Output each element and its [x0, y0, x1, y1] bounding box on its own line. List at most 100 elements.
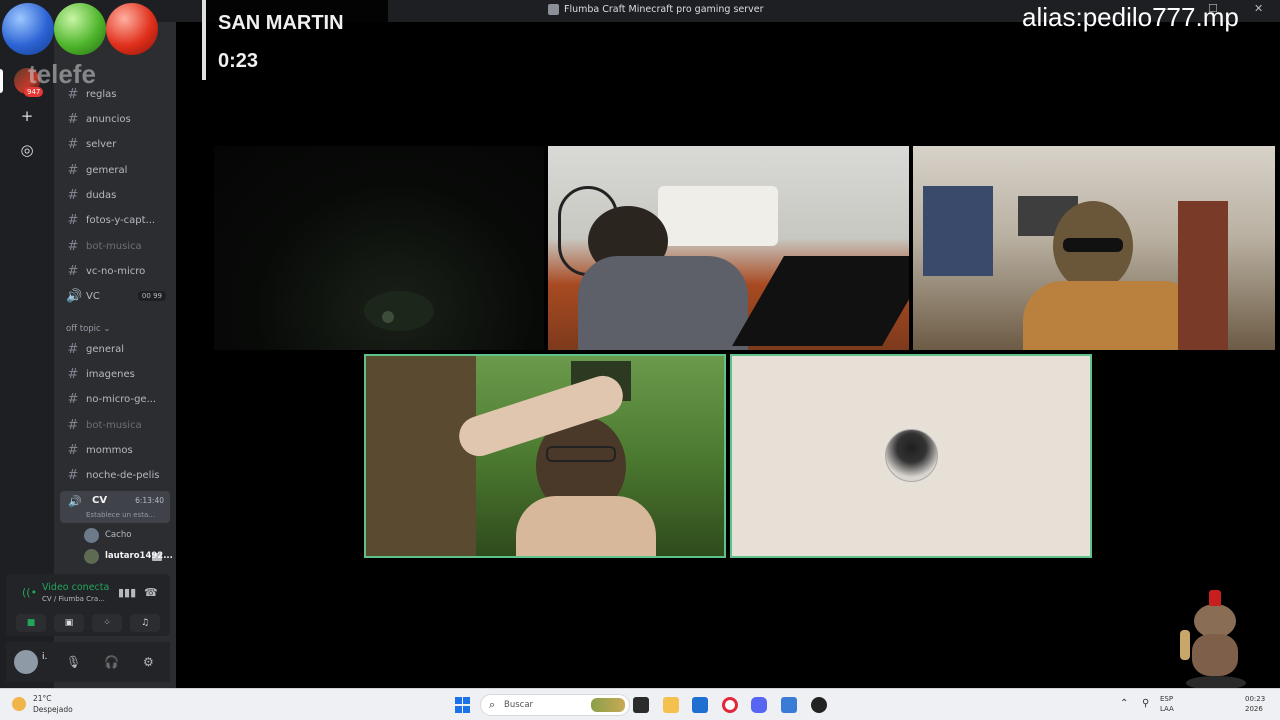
avatar — [84, 527, 99, 543]
channel-fotos[interactable]: # fotos-y-capt... — [60, 209, 172, 231]
soundboard-button[interactable]: ♫ — [130, 614, 160, 632]
channel-imagenes[interactable]: # imagenes — [60, 363, 172, 385]
channel-logo: telefe — [28, 59, 96, 89]
active-voice-channel[interactable]: 🔊 CV 6:13:40 Establece un esta... — [60, 491, 170, 523]
search-placeholder: Buscar — [504, 700, 534, 710]
app-icon[interactable] — [781, 697, 797, 713]
windows-start-icon[interactable] — [455, 697, 471, 713]
file-explorer-icon[interactable] — [663, 697, 679, 713]
overlay-time: 0:23 — [218, 50, 259, 72]
close-icon[interactable]: ✕ — [1254, 2, 1263, 15]
dim-light — [382, 311, 394, 323]
noise-suppression-icon[interactable]: ▮▮▮ — [118, 586, 136, 599]
hash-icon: # — [67, 341, 79, 357]
voice-member[interactable]: lautaro1492... — [84, 547, 173, 565]
search-highlight-image — [591, 698, 625, 712]
screen-share-button[interactable]: ▣ — [54, 614, 84, 632]
hash-icon: # — [67, 417, 79, 433]
clock-time[interactable]: 00:23 — [1245, 695, 1265, 704]
video-tile-dark[interactable] — [214, 146, 544, 350]
active-server-indicator — [0, 69, 3, 93]
hash-icon: # — [67, 263, 79, 279]
user-panel: i. 🎙 🎧 ⚙ — [6, 642, 170, 682]
activities-button[interactable]: ⁘ — [92, 614, 122, 632]
video-tile-green-speaking[interactable] — [364, 354, 726, 558]
desk-shape — [732, 256, 909, 346]
sofa-shape — [658, 186, 778, 246]
channel-general[interactable]: # general — [60, 338, 172, 360]
screen: Flumba Craft Minecraft pro gaming server… — [0, 0, 1280, 720]
weather-icon[interactable] — [12, 697, 26, 711]
user-limit-badge: 00 99 — [137, 291, 166, 301]
mascot-hat — [1209, 590, 1221, 606]
overlay-title: SAN MARTIN — [218, 12, 344, 34]
microphone-icon[interactable]: 🎙 — [66, 655, 81, 669]
clock-date[interactable]: 2026 — [1245, 705, 1263, 714]
search-icon: ⌕ — [489, 698, 496, 711]
logo-balls — [2, 3, 162, 57]
user-avatar[interactable] — [14, 650, 38, 674]
app-icon-2[interactable] — [811, 697, 827, 713]
person-body — [578, 256, 748, 350]
sunglasses-shape — [1063, 238, 1123, 252]
server-icon — [548, 4, 559, 15]
weather-temp: 21°C — [33, 694, 52, 703]
hash-icon: # — [67, 366, 79, 382]
channel-anuncios[interactable]: # anuncios — [60, 108, 172, 130]
taskbar-search[interactable]: ⌕ Buscar — [480, 694, 630, 716]
camera-button[interactable]: ■ — [16, 614, 46, 632]
category-off-topic[interactable]: off topic ⌄ — [66, 324, 111, 334]
hash-icon: # — [67, 162, 79, 178]
clothes-shape — [923, 186, 993, 276]
channel-selver[interactable]: # selver — [60, 133, 172, 155]
hash-icon: # — [67, 136, 79, 152]
video-tile-avatar-only[interactable] — [730, 354, 1092, 558]
discover-icon[interactable]: ◎ — [15, 138, 39, 162]
hash-icon: # — [67, 467, 79, 483]
channel-vc-no-micro[interactable]: # vc-no-micro — [60, 260, 172, 282]
hash-icon: # — [67, 391, 79, 407]
signal-icon: ((• — [22, 586, 38, 599]
channel-mommos[interactable]: # mommos — [60, 439, 172, 461]
window-title: Flumba Craft Minecraft pro gaming server — [548, 4, 764, 15]
taskbar: 21°C Despejado ⌕ Buscar ⌃ ⚲ ESP LAA 00:2… — [0, 688, 1280, 720]
task-view-icon[interactable] — [633, 697, 649, 713]
lang-bottom[interactable]: LAA — [1160, 705, 1174, 714]
door-shape — [366, 356, 476, 556]
channel-no-micro[interactable]: # no-micro-ge... — [60, 388, 172, 410]
video-tile-room[interactable] — [548, 146, 909, 350]
channel-gemeral[interactable]: # gemeral — [60, 159, 172, 181]
person-body — [516, 496, 656, 556]
mascot-head — [1194, 604, 1236, 638]
red-ball — [106, 3, 158, 55]
channel-bot-musica-2[interactable]: # bot-musica — [60, 414, 172, 436]
add-server-icon[interactable]: + — [15, 104, 39, 128]
opera-icon[interactable] — [722, 697, 738, 713]
network-icon[interactable]: ⚲ — [1142, 698, 1149, 709]
voice-connection-panel: ((• Video conecta CV / Fiumba Cra... ▮▮▮… — [6, 574, 170, 636]
window-title-text: Flumba Craft Minecraft pro gaming server — [564, 4, 764, 15]
microphone-shape — [1180, 630, 1190, 660]
discord-icon[interactable] — [751, 697, 767, 713]
video-tile-headset[interactable] — [913, 146, 1275, 350]
settings-icon[interactable]: ⚙ — [143, 655, 154, 669]
lang-top[interactable]: ESP — [1160, 695, 1173, 704]
dim-shape — [364, 291, 434, 331]
speaker-icon: 🔊 — [66, 288, 83, 304]
speaker-icon: 🔊 — [68, 495, 82, 508]
hash-icon: # — [67, 238, 79, 254]
headphones-icon[interactable]: 🎧 — [104, 655, 119, 669]
hash-icon: # — [67, 187, 79, 203]
voice-channel-vc[interactable]: 🔊 VC 00 99 — [60, 285, 172, 307]
hash-icon: # — [67, 442, 79, 458]
channel-bot-musica[interactable]: # bot-musica — [60, 235, 172, 257]
user-avatar — [885, 429, 938, 482]
voice-member[interactable]: Cacho — [84, 526, 131, 544]
channel-dudas[interactable]: # dudas — [60, 184, 172, 206]
door-shape — [1178, 201, 1228, 350]
store-icon[interactable] — [692, 697, 708, 713]
chevron-up-icon[interactable]: ⌃ — [1120, 698, 1128, 709]
blue-ball — [2, 3, 54, 55]
channel-noche-de-pelis[interactable]: # noche-de-pelis — [60, 464, 172, 486]
disconnect-icon[interactable]: ☎ — [144, 586, 158, 599]
